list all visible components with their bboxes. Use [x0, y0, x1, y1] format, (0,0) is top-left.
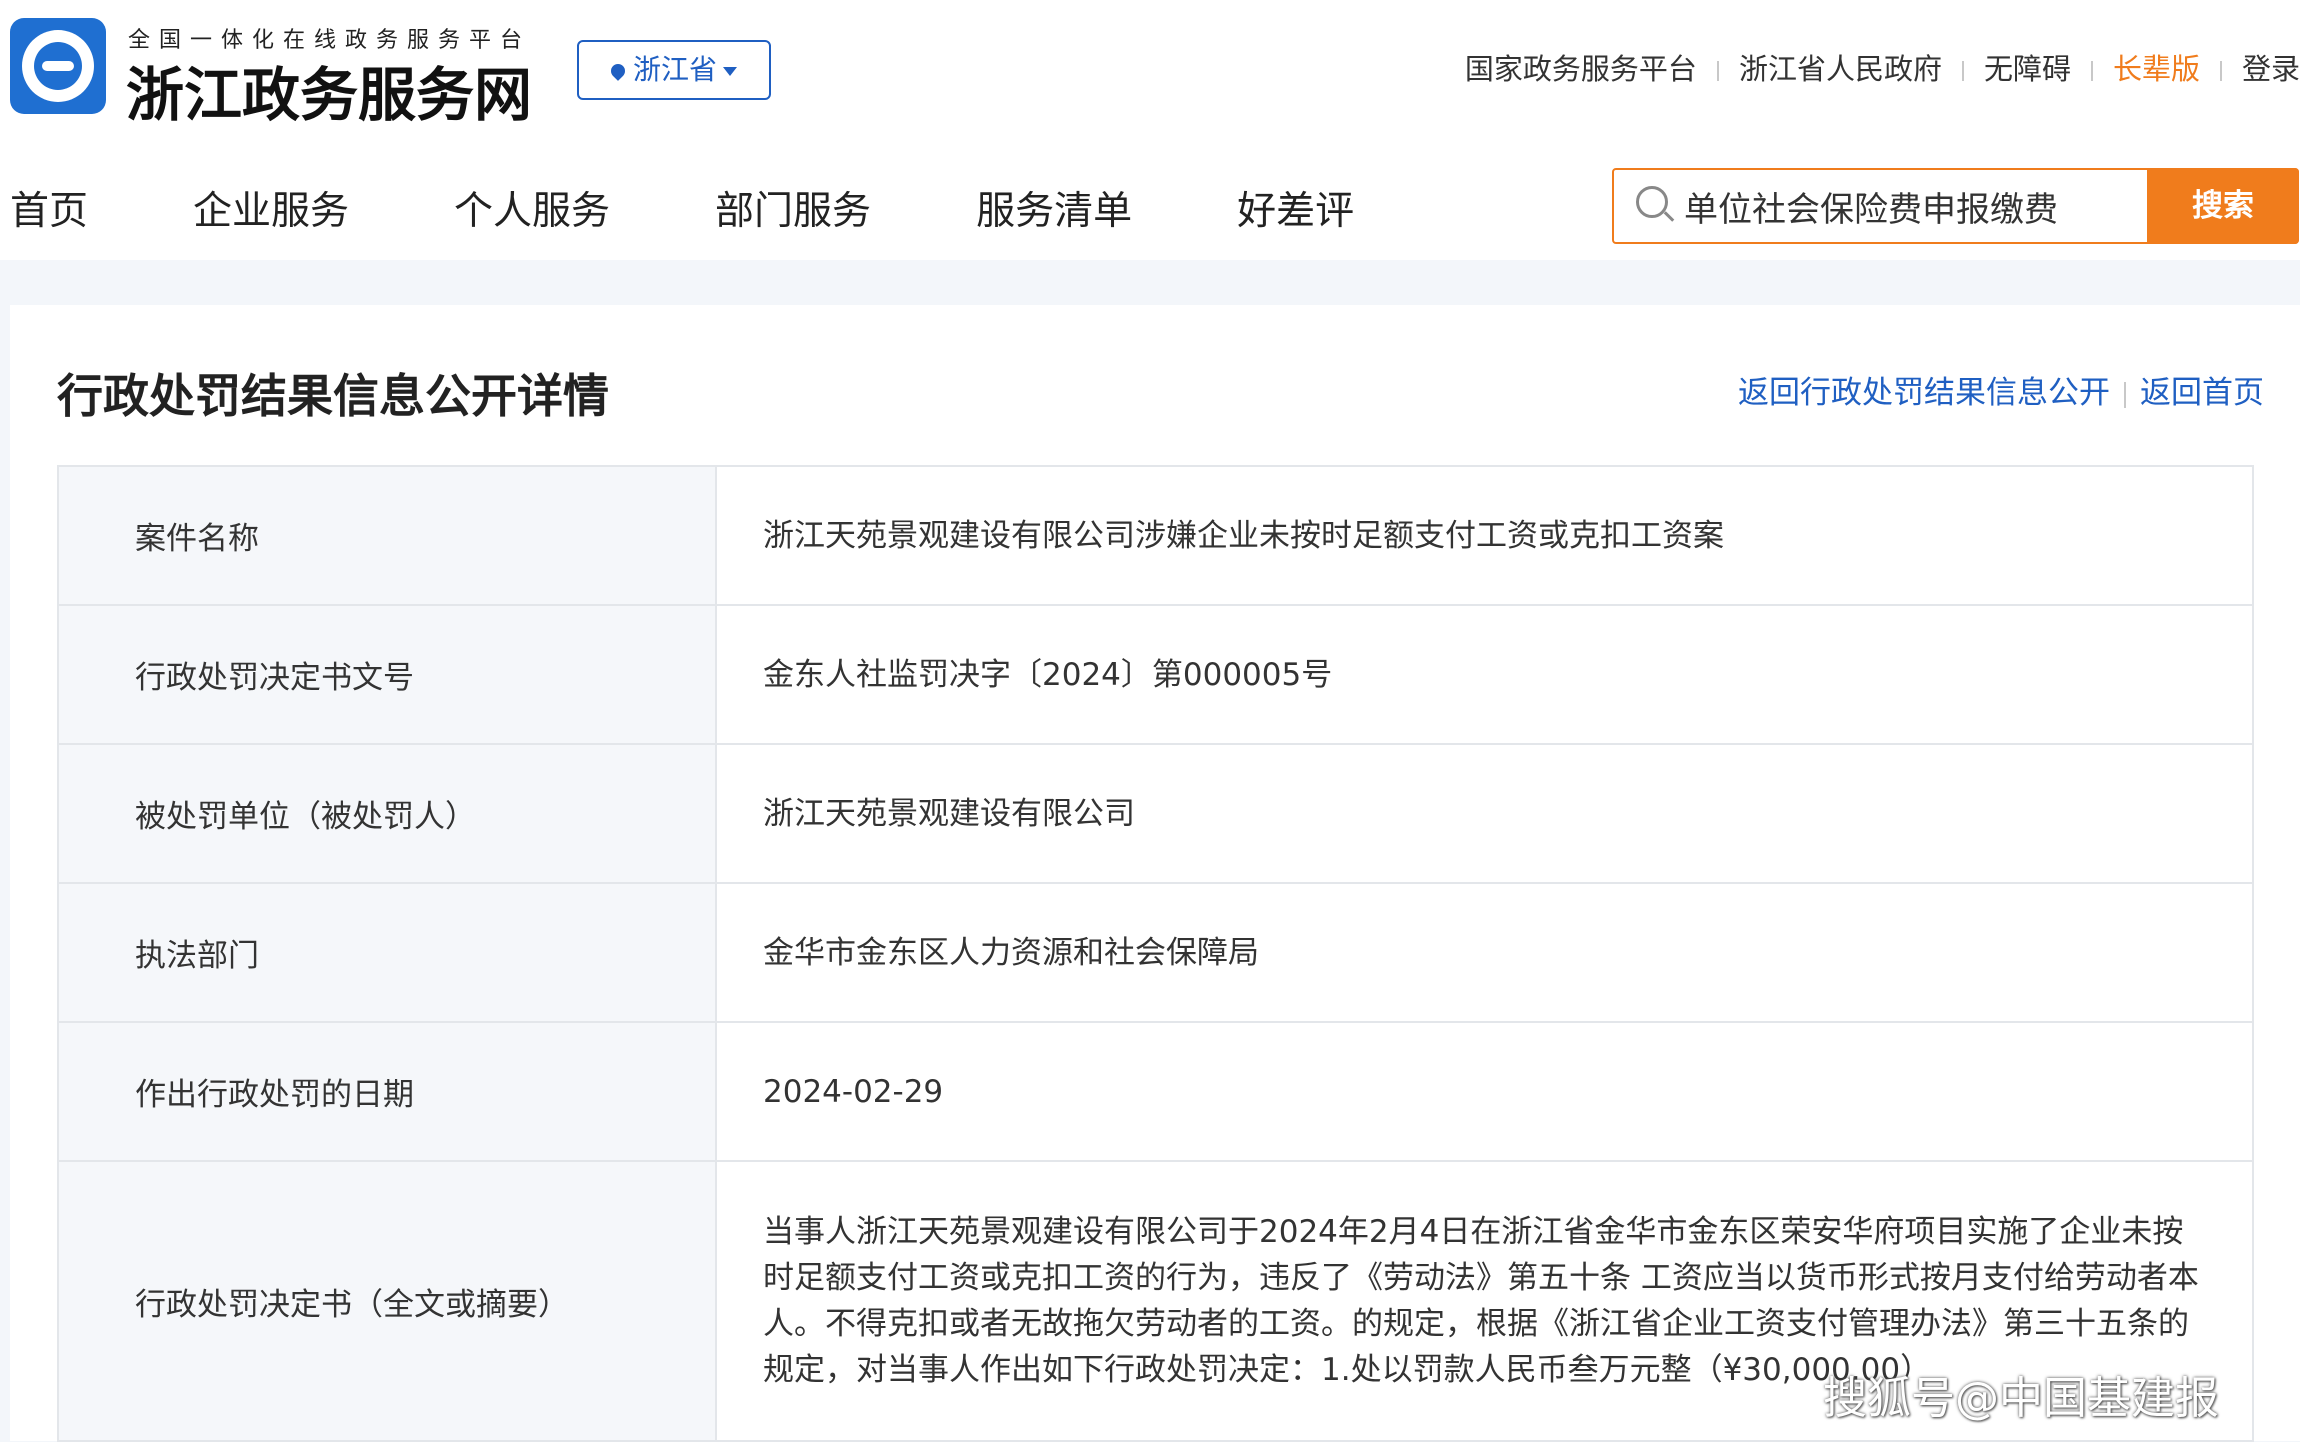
back-to-list-link[interactable]: 返回行政处罚结果信息公开 — [1738, 375, 2110, 411]
site-logo-icon[interactable] — [10, 18, 106, 114]
nav-item-enterprise[interactable]: 企业服务 — [193, 189, 349, 234]
link-elder-version[interactable]: 长辈版 — [2113, 52, 2200, 86]
region-label: 浙江省 — [632, 53, 717, 86]
row-value: 金东人社监罚决字〔2024〕第000005号 — [763, 656, 1333, 693]
top-links: 国家政务服务平台 浙江省人民政府 无障碍 长辈版 登录 — [1465, 46, 2300, 88]
row-value: 2024-02-29 — [763, 1073, 944, 1110]
row-label: 行政处罚决定书文号 — [59, 606, 717, 743]
row-value: 浙江天苑景观建设有限公司 — [763, 795, 1135, 832]
search-input[interactable] — [1684, 170, 2204, 242]
divider — [1961, 61, 1964, 81]
nav-item-rating[interactable]: 好差评 — [1237, 189, 1354, 234]
row-label: 作出行政处罚的日期 — [59, 1023, 717, 1160]
row-label: 被处罚单位（被处罚人） — [59, 745, 717, 882]
table-row: 行政处罚决定书文号 金东人社监罚决字〔2024〕第000005号 — [59, 606, 2252, 745]
link-accessibility[interactable]: 无障碍 — [1984, 52, 2071, 86]
table-row: 案件名称 浙江天苑景观建设有限公司涉嫌企业未按时足额支付工资或克扣工资案 — [59, 467, 2252, 606]
search-button[interactable]: 搜索 — [2147, 168, 2299, 244]
watermark: 搜狐号@中国基建报 — [1823, 1373, 2219, 1424]
search-icon — [1636, 186, 1668, 218]
divider — [2090, 61, 2093, 81]
table-row: 被处罚单位（被处罚人） 浙江天苑景观建设有限公司 — [59, 745, 2252, 884]
site-header: 全国一体化在线政务服务平台 浙江政务服务网 浙江省 国家政务服务平台 浙江省人民政… — [0, 0, 2300, 260]
detail-card: 行政处罚结果信息公开详情 返回行政处罚结果信息公开 返回首页 案件名称 浙江天苑景… — [10, 305, 2300, 1442]
back-to-home-link[interactable]: 返回首页 — [2140, 375, 2264, 411]
nav-item-department[interactable]: 部门服务 — [715, 189, 871, 234]
region-selector[interactable]: 浙江省 — [577, 40, 771, 100]
location-pin-icon — [608, 61, 628, 81]
back-links: 返回行政处罚结果信息公开 返回首页 — [1738, 367, 2264, 412]
row-label: 行政处罚决定书（全文或摘要） — [59, 1162, 717, 1440]
divider — [2124, 381, 2126, 408]
nav-item-service-list[interactable]: 服务清单 — [976, 189, 1132, 234]
caret-down-icon — [723, 66, 737, 76]
search-box: 搜索 — [1612, 168, 2299, 244]
nav-item-personal[interactable]: 个人服务 — [454, 189, 610, 234]
divider — [2219, 61, 2222, 81]
link-provincial-gov[interactable]: 浙江省人民政府 — [1739, 52, 1942, 86]
table-row: 作出行政处罚的日期 2024-02-29 — [59, 1023, 2252, 1162]
site-title[interactable]: 浙江政务服务网 — [126, 48, 532, 132]
table-row: 执法部门 金华市金东区人力资源和社会保障局 — [59, 884, 2252, 1023]
page-title: 行政处罚结果信息公开详情 — [57, 369, 609, 423]
row-value: 浙江天苑景观建设有限公司涉嫌企业未按时足额支付工资或克扣工资案 — [763, 517, 1724, 554]
divider — [1716, 61, 1719, 81]
row-value: 金华市金东区人力资源和社会保障局 — [763, 934, 1259, 971]
nav-item-home[interactable]: 首页 — [10, 189, 88, 234]
row-label: 案件名称 — [59, 467, 717, 604]
link-national-platform[interactable]: 国家政务服务平台 — [1465, 52, 1697, 86]
main-nav: 首页 企业服务 个人服务 部门服务 服务清单 好差评 — [10, 180, 1459, 236]
row-label: 执法部门 — [59, 884, 717, 1021]
detail-table: 案件名称 浙江天苑景观建设有限公司涉嫌企业未按时足额支付工资或克扣工资案 行政处… — [57, 465, 2254, 1442]
link-login[interactable]: 登录 — [2242, 52, 2300, 86]
